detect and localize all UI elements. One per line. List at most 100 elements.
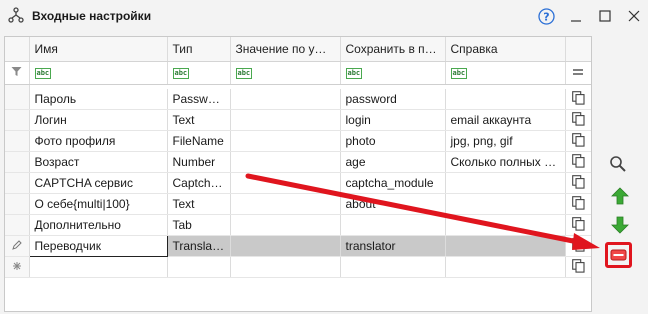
new-cell[interactable] <box>167 256 231 278</box>
filter-default-value[interactable]: abc <box>230 61 341 85</box>
new-cell[interactable] <box>230 256 341 278</box>
column-header-save-to[interactable]: Сохранить в пе... <box>340 37 446 62</box>
copy-button[interactable] <box>565 109 591 131</box>
copy-button[interactable] <box>565 89 591 110</box>
cell-name-editor[interactable]: Переводчик <box>28 235 168 257</box>
copy-icon <box>571 174 585 189</box>
cell-type[interactable]: FileName <box>167 130 231 152</box>
cell-type[interactable]: Captcha... <box>167 172 231 194</box>
cell-default-value[interactable] <box>230 214 341 236</box>
copy-button[interactable] <box>565 214 591 236</box>
copy-icon <box>571 258 585 273</box>
move-down-button[interactable] <box>608 213 632 237</box>
cell-default-value[interactable] <box>230 151 341 173</box>
text-filter-icon: abc <box>34 68 52 80</box>
cell-name[interactable]: О себе{multi|100} <box>29 193 168 215</box>
cell-save-to[interactable] <box>340 214 446 236</box>
column-header-name[interactable]: Имя <box>29 37 168 62</box>
minimize-button[interactable] <box>566 6 586 26</box>
cell-name[interactable]: Возраст <box>29 151 168 173</box>
cell-type[interactable]: Password <box>167 89 231 110</box>
move-up-button[interactable] <box>608 184 632 208</box>
new-cell[interactable] <box>445 256 566 278</box>
minus-icon <box>610 249 627 261</box>
cell-save-to[interactable]: about <box>340 193 446 215</box>
help-icon: ? <box>537 7 555 25</box>
cell-default-value[interactable] <box>230 109 341 131</box>
table-row[interactable]: Логин Text login email аккаунта <box>5 109 591 131</box>
remove-row-button[interactable] <box>605 242 632 268</box>
cell-type[interactable]: Text <box>167 109 231 131</box>
cell-help[interactable]: jpg, png, gif <box>445 130 566 152</box>
column-header-help[interactable]: Справка <box>445 37 566 62</box>
table-row[interactable]: Возраст Number age Сколько полных лет <box>5 151 591 173</box>
table-row[interactable]: Фото профиля FileName photo jpg, png, gi… <box>5 130 591 152</box>
search-button[interactable] <box>606 152 630 176</box>
cell-save-to[interactable]: photo <box>340 130 446 152</box>
table-row[interactable]: О себе{multi|100} Text about <box>5 193 591 215</box>
cell-name[interactable]: CAPTCHA сервис <box>29 172 168 194</box>
cell-save-to[interactable]: translator <box>340 235 446 257</box>
cell-help[interactable]: Сколько полных лет <box>445 151 566 173</box>
row-indicator <box>5 235 30 257</box>
filter-icon <box>11 67 22 76</box>
cell-default-value[interactable] <box>230 89 341 110</box>
copy-icon <box>571 153 585 168</box>
cell-type[interactable]: Number <box>167 151 231 173</box>
window-title: Входные настройки <box>32 9 152 23</box>
cell-help[interactable] <box>445 214 566 236</box>
copy-button[interactable] <box>565 172 591 194</box>
filter-cell <box>5 61 30 85</box>
cell-default-value[interactable] <box>230 130 341 152</box>
cell-type[interactable]: Tab <box>167 214 231 236</box>
cell-default-value[interactable] <box>230 172 341 194</box>
table-row[interactable]: CAPTCHA сервис Captcha... captcha_module <box>5 172 591 194</box>
cell-type[interactable]: Translat... <box>167 235 231 257</box>
filter-name[interactable]: abc <box>29 61 168 85</box>
cell-name[interactable]: Фото профиля <box>29 130 168 152</box>
cell-help[interactable] <box>445 89 566 110</box>
copy-icon <box>571 195 585 210</box>
cell-type[interactable]: Text <box>167 193 231 215</box>
close-button[interactable] <box>624 6 644 26</box>
cell-help[interactable] <box>445 235 566 257</box>
minimize-icon <box>571 20 581 22</box>
row-indicator <box>5 130 30 152</box>
cell-help[interactable] <box>445 172 566 194</box>
column-header-type[interactable]: Тип <box>167 37 231 62</box>
maximize-button[interactable] <box>595 6 615 26</box>
cell-default-value[interactable] <box>230 235 341 257</box>
arrow-down-icon <box>611 216 629 234</box>
cell-save-to[interactable]: age <box>340 151 446 173</box>
cell-save-to[interactable]: password <box>340 89 446 110</box>
copy-button[interactable] <box>565 256 591 278</box>
new-cell[interactable] <box>340 256 446 278</box>
table-row-selected[interactable]: Переводчик Translat... translator <box>5 235 591 257</box>
filter-help[interactable]: abc <box>445 61 566 85</box>
copy-icon <box>571 132 585 147</box>
filter-menu[interactable] <box>565 61 591 85</box>
copy-button[interactable] <box>565 193 591 215</box>
cell-name[interactable]: Логин <box>29 109 168 131</box>
filter-save-to[interactable]: abc <box>340 61 446 85</box>
cell-help[interactable]: email аккаунта <box>445 109 566 131</box>
cell-help[interactable] <box>445 193 566 215</box>
copy-button[interactable] <box>565 130 591 152</box>
copy-button[interactable] <box>565 151 591 173</box>
table-row[interactable]: Пароль Password password <box>5 89 591 110</box>
copy-button[interactable] <box>565 235 591 257</box>
new-cell[interactable] <box>29 256 168 278</box>
help-button[interactable]: ? <box>536 6 556 26</box>
text-filter-icon: abc <box>172 68 190 80</box>
actions-header <box>565 37 591 62</box>
table-row[interactable]: Дополнительно Tab <box>5 214 591 236</box>
cell-save-to[interactable]: login <box>340 109 446 131</box>
filter-type[interactable]: abc <box>167 61 231 85</box>
column-header-default-value[interactable]: Значение по умо... <box>230 37 341 62</box>
cell-name[interactable]: Пароль <box>29 89 168 110</box>
cell-name[interactable]: Дополнительно <box>29 214 168 236</box>
cell-default-value[interactable] <box>230 193 341 215</box>
new-row[interactable] <box>5 256 591 278</box>
cell-save-to[interactable]: captcha_module <box>340 172 446 194</box>
row-indicator <box>5 109 30 131</box>
